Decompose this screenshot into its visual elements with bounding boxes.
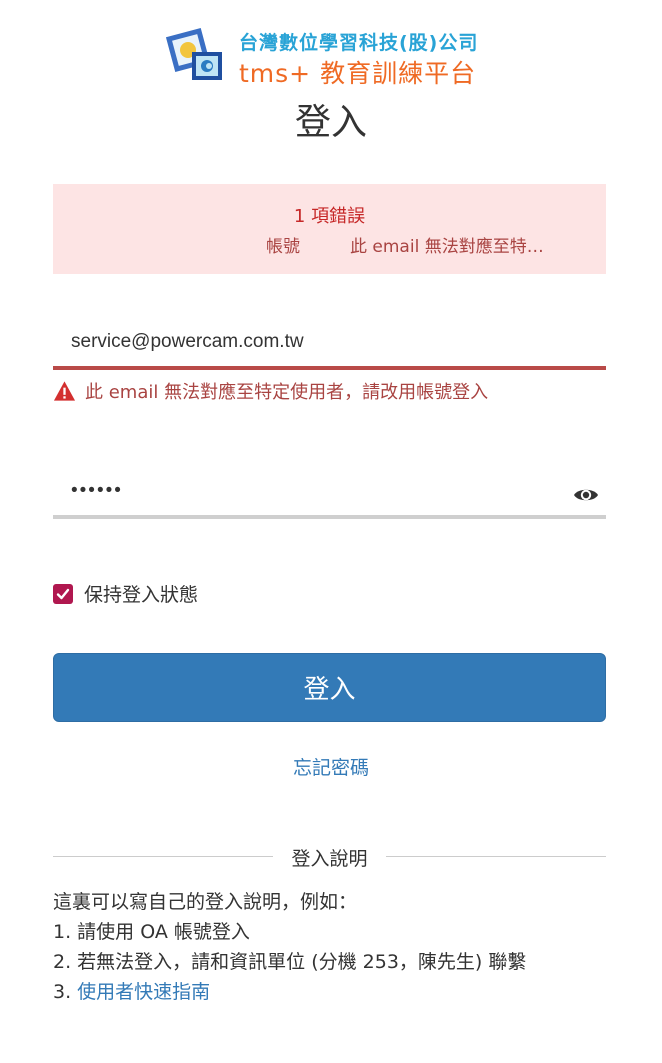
- email-field-error: 此 email 無法對應至特定使用者，請改用帳號登入: [53, 378, 488, 404]
- forgot-password-link[interactable]: 忘記密碼: [0, 753, 662, 780]
- error-summary-message: 此 email 無法對應至特定使用者，請改用帳號登入: [350, 237, 560, 257]
- warning-icon: [53, 381, 76, 401]
- remember-me[interactable]: 保持登入狀態: [53, 580, 198, 607]
- login-help: 這裏可以寫自己的登入說明，例如： 1. 請使用 OA 帳號登入 2. 若無法登入…: [53, 887, 526, 1007]
- divider-line-right: [386, 856, 606, 857]
- error-summary: 1 項錯誤 帳號 此 email 無法對應至特定使用者，請改用帳號登入: [53, 184, 606, 274]
- error-count: 1 項錯誤: [293, 206, 366, 227]
- password-field[interactable]: [53, 467, 606, 519]
- help-line-3: 3. 使用者快速指南: [53, 977, 526, 1007]
- help-line-3-prefix: 3.: [53, 981, 78, 1003]
- email-error-text: 此 email 無法對應至特定使用者，請改用帳號登入: [85, 382, 489, 403]
- remember-checkbox[interactable]: [53, 583, 73, 604]
- error-summary-item[interactable]: 帳號 此 email 無法對應至特定使用者，請改用帳號登入: [266, 232, 560, 257]
- page-title: 登入: [294, 102, 367, 143]
- help-divider: 登入說明: [53, 844, 606, 870]
- email-field[interactable]: [53, 318, 606, 370]
- company-name: 台灣數位學習科技(股)公司: [239, 32, 479, 54]
- help-line-2: 2. 若無法登入，請和資訊單位 (分機 253，陳先生) 聯繫: [53, 951, 527, 973]
- error-field-label: 帳號: [266, 237, 300, 257]
- check-icon: [56, 588, 70, 599]
- login-page: 台灣數位學習科技(股)公司 tms+ 教育訓練平台 登入 1 項錯誤 帳號此 e…: [0, 0, 662, 1063]
- logo-emblem-icon: [166, 27, 222, 80]
- show-password-icon[interactable]: [573, 482, 599, 508]
- remember-label: 保持登入狀態: [84, 584, 199, 606]
- login-button[interactable]: 登入: [53, 653, 606, 722]
- help-heading: 登入說明: [291, 848, 368, 870]
- brand-logo: 台灣數位學習科技(股)公司 tms+ 教育訓練平台: [166, 26, 496, 88]
- quick-guide-link[interactable]: 使用者快速指南: [77, 981, 210, 1003]
- product-name: tms+ 教育訓練平台: [239, 59, 477, 88]
- help-line-1: 1. 請使用 OA 帳號登入: [53, 921, 250, 943]
- help-intro: 這裏可以寫自己的登入說明，例如：: [53, 891, 358, 913]
